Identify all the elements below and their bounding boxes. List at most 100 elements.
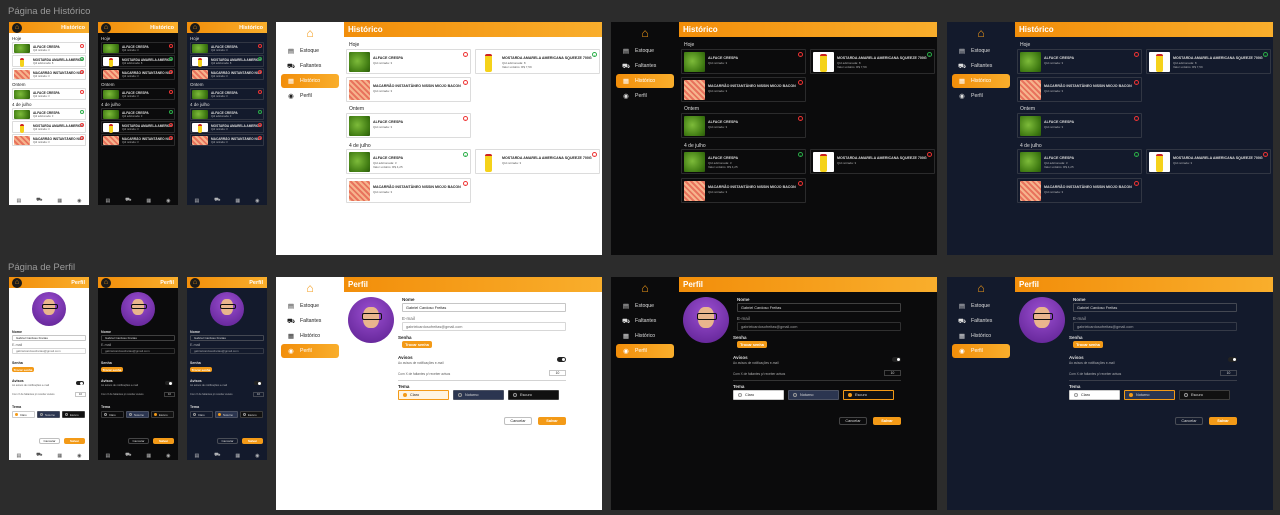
change-password-button[interactable]: Trocar senha: [737, 341, 767, 348]
theme-option-escuro[interactable]: Escuro: [1179, 390, 1230, 400]
history-item[interactable]: MOSTARDA AMARELA AMERICANA SQUEEZE 700GQ…: [12, 121, 86, 133]
history-icon[interactable]: ▦: [146, 198, 151, 204]
profile-icon[interactable]: ◉: [166, 453, 170, 459]
change-password-button[interactable]: Trocar senha: [12, 367, 34, 372]
home-icon[interactable]: ⌂: [947, 22, 1015, 44]
cancel-button[interactable]: Cancelar: [504, 417, 532, 425]
profile-icon[interactable]: ◉: [255, 453, 259, 459]
home-icon[interactable]: ⌂: [276, 277, 344, 299]
history-item[interactable]: ALFACE CRESPA Qtd retirada: 3: [190, 88, 264, 100]
theme-option-claro[interactable]: Claro: [190, 411, 213, 418]
theme-option-escuro[interactable]: Escuro: [151, 411, 174, 418]
sidebar-item-histórico[interactable]: ▦ Histórico: [281, 74, 339, 88]
history-item[interactable]: MACARRÃO INSTANTÂNEO NISSIN MIOJO BACONQ…: [12, 68, 86, 80]
name-field[interactable]: Gabriel Cardoso Freitas: [101, 335, 175, 341]
theme-option-claro[interactable]: Claro: [1069, 390, 1120, 400]
history-item[interactable]: MACARRÃO INSTANTÂNEO NISSIN MIOJO BACONQ…: [346, 77, 471, 102]
theme-option-claro[interactable]: Claro: [12, 411, 35, 418]
history-item[interactable]: MOSTARDA AMARELA AMERICANA SQUEEZE 700GQ…: [810, 49, 935, 74]
theme-option-escuro[interactable]: Escuro: [62, 411, 85, 418]
profile-icon[interactable]: ◉: [255, 198, 259, 204]
history-icon[interactable]: ▦: [57, 198, 62, 204]
history-item[interactable]: ALFACE CRESPA Qtd retirada: 3: [101, 88, 175, 100]
name-field[interactable]: Gabriel Cardoso Freitas: [190, 335, 264, 341]
history-item[interactable]: ALFACE CRESPA Qtd retirada: 3 −: [346, 49, 471, 74]
history-item[interactable]: MACARRÃO INSTANTÂNEO NISSIN MIOJO BACONQ…: [190, 68, 264, 80]
history-item[interactable]: ALFACE CRESPA Qtd retirada: 3: [12, 42, 86, 54]
sidebar-item-estoque[interactable]: ▤ Estoque: [616, 299, 674, 313]
history-item[interactable]: ALFACE CRESPA Qtd retirada: 3: [101, 42, 175, 54]
theme-option-claro[interactable]: Claro: [101, 411, 124, 418]
name-field[interactable]: Gabriel Cardoso Freitas: [737, 303, 901, 312]
notify-threshold-select[interactable]: 10: [549, 370, 566, 376]
email-field[interactable]: gabrielcardosofreitas@gmail.com: [190, 348, 264, 354]
sidebar-item-faltantes[interactable]: ⛟ Faltantes: [281, 59, 339, 73]
notify-threshold-select[interactable]: 10: [884, 370, 901, 376]
history-item[interactable]: ALFACE CRESPA Qtd adicionada: 3: [101, 108, 175, 120]
cancel-button[interactable]: Cancelar: [39, 438, 60, 444]
sidebar-item-estoque[interactable]: ▤ Estoque: [281, 299, 339, 313]
notify-threshold-select[interactable]: 10: [253, 392, 264, 397]
history-item[interactable]: MOSTARDA AMARELA AMERICANA SQUEEZE 700GQ…: [12, 55, 86, 67]
history-item[interactable]: ALFACE CRESPA Qtd retirada: 3 −: [681, 113, 806, 138]
sidebar-item-histórico[interactable]: ▦ Histórico: [952, 74, 1010, 88]
cancel-button[interactable]: Cancelar: [839, 417, 867, 425]
history-item[interactable]: ALFACE CRESPA Qtd adicionada: 3: [12, 108, 86, 120]
history-item[interactable]: MACARRÃO INSTANTÂNEO NISSIN MIOJO BACONQ…: [101, 68, 175, 80]
box-icon[interactable]: ▤: [16, 453, 21, 459]
sidebar-item-perfil[interactable]: ◉ Perfil: [281, 344, 339, 358]
history-item[interactable]: ALFACE CRESPA Qtd adicionada: 3 Valor unit…: [1017, 149, 1142, 174]
sidebar-item-estoque[interactable]: ▤ Estoque: [616, 44, 674, 58]
save-button[interactable]: Salvar: [873, 417, 901, 425]
box-icon[interactable]: ▤: [194, 198, 199, 204]
save-button[interactable]: Salvar: [538, 417, 566, 425]
history-item[interactable]: MOSTARDA AMARELA AMERICANA SQUEEZE 700GQ…: [101, 121, 175, 133]
cancel-button[interactable]: Cancelar: [217, 438, 238, 444]
profile-icon[interactable]: ◉: [77, 453, 81, 459]
home-icon[interactable]: ⌂: [947, 277, 1015, 299]
theme-option-noturno[interactable]: Noturno: [1124, 390, 1175, 400]
sidebar-item-perfil[interactable]: ◉ Perfil: [952, 344, 1010, 358]
notices-toggle[interactable]: [892, 357, 901, 362]
change-password-button[interactable]: Trocar senha: [101, 367, 123, 372]
cart-icon[interactable]: ⛟: [214, 452, 220, 459]
cancel-button[interactable]: Cancelar: [1175, 417, 1203, 425]
sidebar-item-faltantes[interactable]: ⛟ Faltantes: [616, 314, 674, 328]
history-icon[interactable]: ▦: [146, 453, 151, 459]
home-icon[interactable]: ⌂: [611, 22, 679, 44]
change-password-button[interactable]: Trocar senha: [402, 341, 432, 348]
theme-option-noturno[interactable]: Noturno: [126, 411, 149, 418]
notify-threshold-select[interactable]: 10: [75, 392, 86, 397]
notices-toggle[interactable]: [557, 357, 566, 362]
box-icon[interactable]: ▤: [194, 453, 199, 459]
sidebar-item-estoque[interactable]: ▤ Estoque: [952, 299, 1010, 313]
sidebar-item-histórico[interactable]: ▦ Histórico: [616, 329, 674, 343]
sidebar-item-histórico[interactable]: ▦ Histórico: [616, 74, 674, 88]
email-field[interactable]: gabrielcardosofreitas@gmail.com: [402, 322, 566, 331]
name-field[interactable]: Gabriel Cardoso Freitas: [1073, 303, 1237, 312]
save-button[interactable]: Salvar: [1209, 417, 1237, 425]
history-icon[interactable]: ▦: [235, 453, 240, 459]
name-field[interactable]: Gabriel Cardoso Freitas: [12, 335, 86, 341]
history-item[interactable]: MACARRÃO INSTANTÂNEO NISSIN MIOJO BACONQ…: [1017, 178, 1142, 203]
history-item[interactable]: MOSTARDA AMARELA AMERICANA SQUEEZE 700GQ…: [1146, 149, 1271, 174]
history-icon[interactable]: ▦: [57, 453, 62, 459]
email-field[interactable]: gabrielcardosofreitas@gmail.com: [101, 348, 175, 354]
history-item[interactable]: MACARRÃO INSTANTÂNEO NISSIN MIOJO BACONQ…: [101, 134, 175, 146]
history-item[interactable]: ALFACE CRESPA Qtd adicionada: 3: [190, 108, 264, 120]
profile-icon[interactable]: ◉: [77, 198, 81, 204]
history-item[interactable]: ALFACE CRESPA Qtd retirada: 3: [12, 88, 86, 100]
theme-option-escuro[interactable]: Escuro: [240, 411, 263, 418]
box-icon[interactable]: ▤: [105, 453, 110, 459]
profile-icon[interactable]: ◉: [166, 198, 170, 204]
sidebar-item-perfil[interactable]: ◉ Perfil: [616, 344, 674, 358]
history-item[interactable]: ALFACE CRESPA Qtd retirada: 3 −: [1017, 49, 1142, 74]
home-icon[interactable]: ⌂: [276, 22, 344, 44]
notify-threshold-select[interactable]: 10: [164, 392, 175, 397]
home-icon[interactable]: ⌂: [611, 277, 679, 299]
theme-option-noturno[interactable]: Noturno: [453, 390, 504, 400]
box-icon[interactable]: ▤: [105, 198, 110, 204]
sidebar-item-faltantes[interactable]: ⛟ Faltantes: [952, 314, 1010, 328]
sidebar-item-faltantes[interactable]: ⛟ Faltantes: [952, 59, 1010, 73]
notices-toggle[interactable]: [254, 381, 262, 385]
